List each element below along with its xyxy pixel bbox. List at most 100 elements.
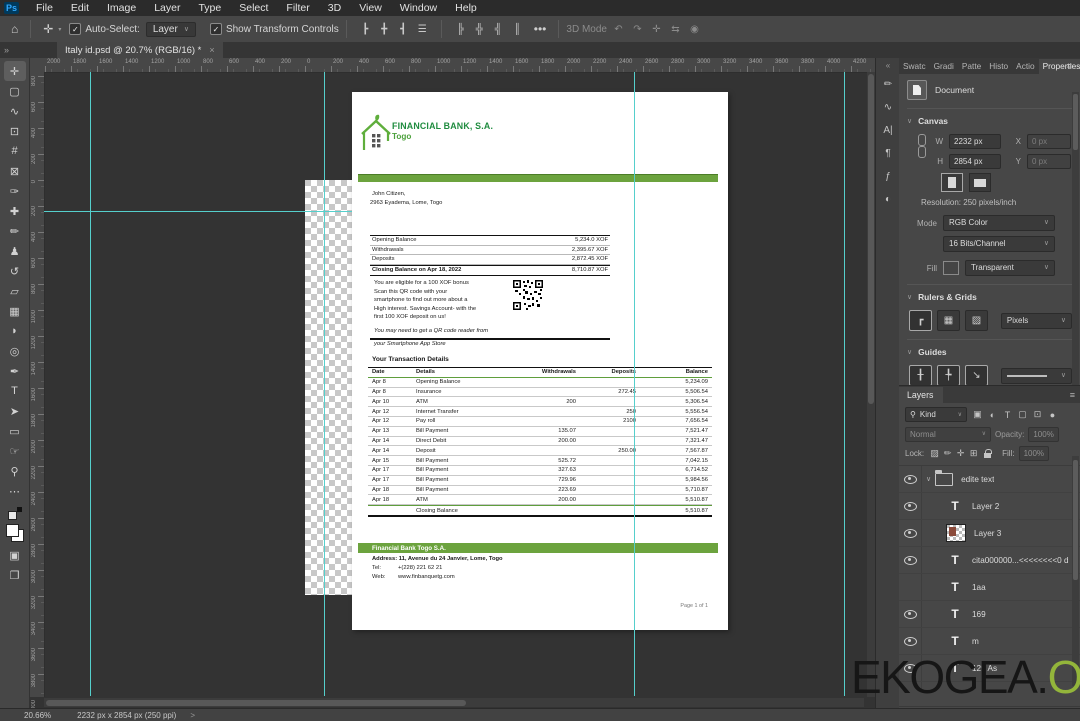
distribute-right-icon[interactable]: ╣ <box>490 21 507 37</box>
distribute-left-icon[interactable]: ╠ <box>452 21 469 37</box>
panel-tab[interactable]: Gradi <box>930 59 958 74</box>
menu-item[interactable]: Help <box>446 0 486 16</box>
status-more-icon[interactable]: > <box>190 711 195 720</box>
filter-pixel-layers-icon[interactable]: ▣ <box>970 408 985 422</box>
dodge-tool[interactable]: ◎ <box>4 341 26 361</box>
auto-select-checkbox[interactable]: ✓ <box>69 23 82 35</box>
lasso-tool[interactable]: ∿ <box>4 101 26 121</box>
guides-section-header[interactable]: ∨ Guides <box>907 339 1072 363</box>
layer-visibility-toggle[interactable] <box>899 493 922 519</box>
tool-preset-caret-icon[interactable]: ▾ <box>58 26 61 33</box>
distribute-vertical-icon[interactable]: ║ <box>509 21 526 37</box>
toggle-guides-button[interactable]: ╂ <box>909 365 932 386</box>
document-target-row[interactable]: Document <box>907 80 1072 100</box>
image-layer-thumbnail[interactable] <box>946 524 966 542</box>
lock-pixels-icon[interactable]: ✏ <box>941 447 954 461</box>
fill-swatch[interactable] <box>943 261 959 275</box>
layer-row[interactable]: ∨ T 169 <box>899 601 1080 628</box>
menu-item[interactable]: Type <box>189 0 230 16</box>
menu-item[interactable]: Image <box>98 0 145 16</box>
clone-stamp-tool[interactable]: ♟ <box>4 241 26 261</box>
panel-tab[interactable]: Histo <box>985 59 1012 74</box>
canvas-section-header[interactable]: ∨ Canvas <box>907 108 1072 132</box>
crop-tool[interactable]: # <box>4 141 26 161</box>
fill-dropdown[interactable]: Transparent ∨ <box>965 260 1055 276</box>
frame-tool[interactable]: ⊠ <box>4 161 26 181</box>
healing-brush-tool[interactable]: ✚ <box>4 201 26 221</box>
path-selection-tool[interactable]: ➤ <box>4 401 26 421</box>
libraries-panel-icon[interactable]: ◐ <box>878 189 898 209</box>
layer-visibility-toggle[interactable] <box>899 574 922 600</box>
layers-menu-icon[interactable]: ≡ <box>1070 390 1080 403</box>
lock-all-icon[interactable] <box>984 449 993 458</box>
filter-type-layers-icon[interactable]: T <box>1000 408 1015 422</box>
eyedropper-tool[interactable]: ✑ <box>4 181 26 201</box>
layer-name[interactable]: 1aa <box>972 583 986 592</box>
horizontal-scrollbar[interactable] <box>44 698 864 707</box>
layer-visibility-toggle[interactable] <box>899 601 922 627</box>
align-center-icon[interactable]: ╋ <box>376 21 393 37</box>
layer-name[interactable]: m <box>972 637 979 646</box>
toggle-rulers-button[interactable]: ┏ <box>909 310 932 331</box>
object-selection-tool[interactable]: ⊡ <box>4 121 26 141</box>
text-layer-thumbnail[interactable]: T <box>946 498 964 514</box>
distribute-horizontal-icon[interactable]: ☰ <box>414 21 431 37</box>
align-right-icon[interactable]: ┫ <box>395 21 412 37</box>
text-layer-thumbnail[interactable]: T <box>946 633 964 649</box>
opacity-input[interactable]: 100% <box>1028 427 1059 442</box>
gradient-tool[interactable]: ▦ <box>4 301 26 321</box>
text-layer-thumbnail[interactable]: T <box>946 579 964 595</box>
menu-item[interactable]: Window <box>391 0 446 16</box>
edit-toolbar[interactable]: ⋯ <box>4 481 26 501</box>
text-layer-thumbnail[interactable]: T <box>946 606 964 622</box>
type-tool[interactable]: T <box>4 381 26 401</box>
group-expand-chevron-icon[interactable]: ∨ <box>926 475 931 483</box>
paragraph-panel-icon[interactable]: ¶ <box>878 143 898 163</box>
menu-item[interactable]: Select <box>230 0 277 16</box>
fill-opacity-input[interactable]: 100% <box>1018 446 1050 461</box>
more-options-icon[interactable]: ••• <box>529 22 552 36</box>
layer-row[interactable]: ∨ T Layer 2 <box>899 493 1080 520</box>
close-tab-icon[interactable]: × <box>209 45 214 55</box>
filter-shape-layers-icon[interactable]: ▢ <box>1015 408 1030 422</box>
landscape-orientation-button[interactable] <box>969 173 991 192</box>
layer-row[interactable]: ∨ T 1aa <box>899 574 1080 601</box>
move-tool-option-icon[interactable]: ✛ <box>38 22 58 36</box>
swap-colors-icon[interactable] <box>7 507 22 520</box>
panel-menu-icon[interactable]: ≡ <box>1067 61 1077 74</box>
blend-mode-dropdown[interactable]: Normal ∨ <box>905 427 991 442</box>
width-input[interactable]: 2232 px <box>949 134 1001 149</box>
move-tool[interactable]: ✛ <box>3 61 26 81</box>
brush-settings-panel-icon[interactable]: ✏ <box>878 74 898 94</box>
vertical-scrollbar[interactable] <box>867 72 875 697</box>
brush-tool[interactable]: ✏ <box>4 221 26 241</box>
panel-tab[interactable]: Actio <box>1012 59 1038 74</box>
menu-item[interactable]: File <box>27 0 62 16</box>
auto-select-target-dropdown[interactable]: Layer ∨ <box>145 21 196 37</box>
guide-vertical-2[interactable] <box>324 72 325 696</box>
layer-name[interactable]: 169 <box>972 610 986 619</box>
layer-row[interactable]: ∨ T edite text <box>899 466 1080 493</box>
menu-item[interactable]: Layer <box>145 0 189 16</box>
lock-position-icon[interactable]: ✛ <box>954 447 967 461</box>
layer-visibility-toggle[interactable] <box>899 466 922 492</box>
ruler-corner[interactable] <box>30 58 45 73</box>
layer-name[interactable]: Layer 3 <box>974 529 1001 538</box>
layer-name[interactable]: edite text <box>961 475 994 484</box>
tab-overflow-icon[interactable]: » <box>4 45 9 55</box>
panel-tab[interactable]: Swatc <box>899 59 930 74</box>
lock-artboard-icon[interactable]: ⊞ <box>967 447 980 461</box>
layer-row[interactable]: ∨ T Layer 3 <box>899 520 1080 547</box>
layer-row[interactable]: ∨ T cita000000...<<<<<<<<0 d <box>899 547 1080 574</box>
lock-transparency-icon[interactable]: ▨ <box>928 447 941 461</box>
layer-visibility-toggle[interactable] <box>899 547 922 573</box>
character-panel-icon[interactable]: A| <box>878 120 898 140</box>
rulers-grids-section-header[interactable]: ∨ Rulers & Grids <box>907 284 1072 308</box>
foreground-color-swatch[interactable] <box>5 524 19 537</box>
menu-item[interactable]: Filter <box>277 0 318 16</box>
zoom-tool[interactable]: ⚲ <box>4 461 26 481</box>
text-layer-thumbnail[interactable]: T <box>946 552 964 568</box>
eraser-tool[interactable]: ▱ <box>4 281 26 301</box>
guide-vertical-3[interactable] <box>634 72 635 696</box>
height-input[interactable]: 2854 px <box>949 154 1001 169</box>
